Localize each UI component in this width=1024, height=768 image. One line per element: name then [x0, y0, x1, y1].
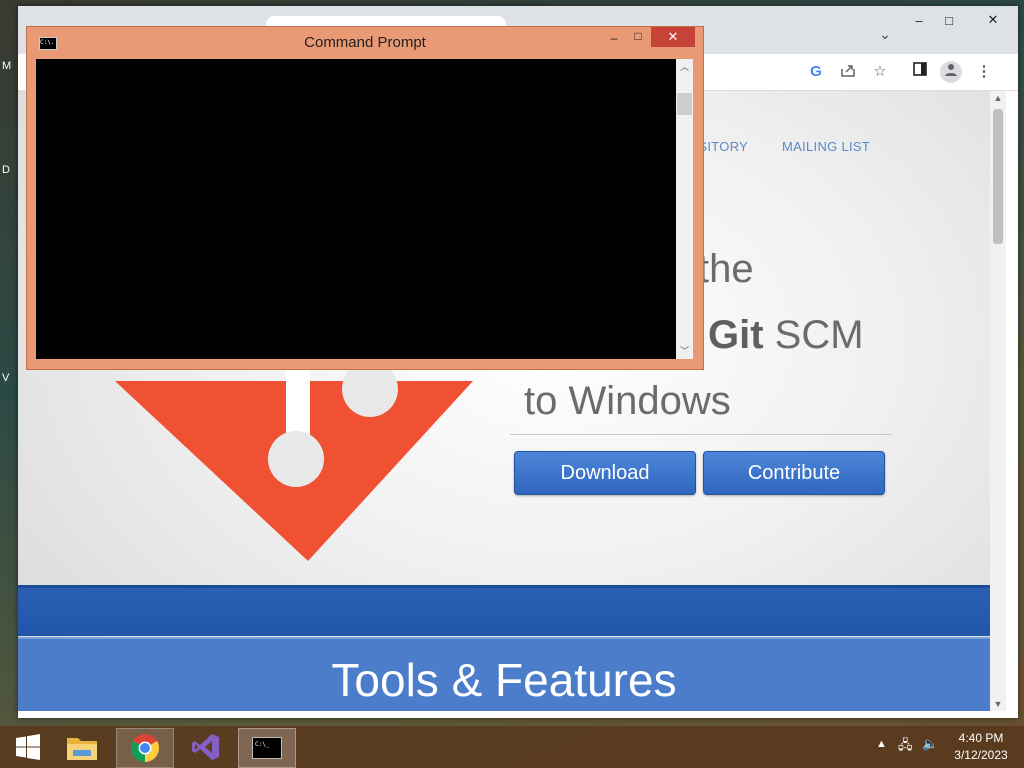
chrome-icon[interactable]	[116, 728, 174, 768]
taskbar: C:\_ ▲ 🖧 🔈 4:40 PM 3/12/2023	[0, 726, 1024, 768]
taskbar-clock[interactable]: 4:40 PM 3/12/2023	[946, 730, 1016, 764]
desktop-icon-label: D	[2, 164, 10, 176]
hero-git-word: Git	[708, 313, 764, 357]
chrome-close-button[interactable]: ✕	[968, 6, 1018, 34]
scroll-down-arrow-icon[interactable]: ▼	[990, 697, 1006, 711]
chevron-down-icon[interactable]: ⌄	[876, 26, 894, 44]
command-prompt-window: C:\. Command Prompt – □ ✕ ︿ ﹀	[26, 26, 704, 370]
desktop-icon-label: M	[2, 60, 12, 72]
command-prompt-icon[interactable]: C:\_	[238, 728, 296, 768]
blue-band	[18, 585, 990, 636]
nav-link-mailing-list[interactable]: MAILING LIST	[782, 139, 870, 154]
side-panel-icon[interactable]	[910, 62, 930, 82]
console-area[interactable]	[36, 59, 676, 359]
hero-divider	[510, 434, 892, 435]
download-button[interactable]: Download	[514, 451, 696, 495]
chrome-maximize-button[interactable]: □	[926, 6, 972, 34]
network-icon[interactable]: 🖧	[898, 736, 913, 758]
desktop-icon-label: V	[2, 372, 10, 384]
scroll-thumb[interactable]	[993, 109, 1003, 244]
cmd-close-button[interactable]: ✕	[651, 27, 695, 47]
hero-line-2: Git SCM	[708, 313, 864, 358]
show-hidden-icons-icon[interactable]: ▲	[876, 738, 887, 750]
page-scrollbar[interactable]: ▲ ▼	[990, 91, 1006, 711]
file-explorer-icon[interactable]	[54, 728, 110, 766]
window-title: Command Prompt	[304, 34, 426, 51]
clock-date: 3/12/2023	[954, 748, 1008, 762]
share-icon[interactable]	[838, 62, 858, 82]
contribute-button[interactable]: Contribute	[703, 451, 885, 495]
profile-icon[interactable]	[940, 61, 962, 83]
hero-scm-word: SCM	[763, 313, 864, 357]
chevron-down-icon[interactable]: ﹀	[676, 343, 693, 359]
cmd-maximize-button[interactable]: □	[627, 29, 649, 47]
features-heading: Tools & Features	[331, 654, 677, 706]
scroll-up-arrow-icon[interactable]: ▲	[990, 91, 1006, 105]
clock-time: 4:40 PM	[958, 731, 1004, 745]
google-icon[interactable]: G	[806, 62, 826, 82]
bookmark-star-icon[interactable]: ☆	[870, 62, 890, 82]
visual-studio-icon[interactable]	[178, 728, 234, 766]
windows-start-icon[interactable]	[0, 728, 56, 766]
cmd-minimize-button[interactable]: –	[603, 31, 625, 49]
svg-text:C:\_: C:\_	[255, 741, 270, 748]
more-menu-icon[interactable]: ⋮	[974, 62, 994, 82]
console-scroll-thumb[interactable]	[677, 93, 692, 115]
chevron-up-icon[interactable]: ︿	[676, 59, 693, 75]
console-scrollbar[interactable]: ︿ ﹀	[676, 59, 693, 359]
hero-line-3: to Windows	[524, 379, 731, 423]
volume-icon[interactable]: 🔈	[922, 736, 938, 752]
hero-line-1: the	[698, 247, 754, 291]
